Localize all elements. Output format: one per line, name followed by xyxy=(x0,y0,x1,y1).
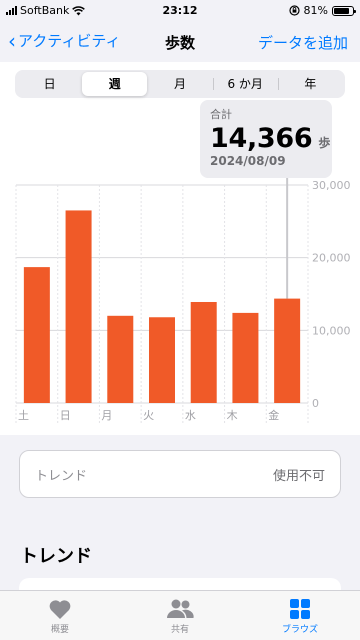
x-tick-label: 土 xyxy=(18,409,29,422)
x-tick-label: 月 xyxy=(101,409,112,422)
battery-percent: 81% xyxy=(303,4,328,17)
range-selector-container: 日 週 月 6 か月 年 xyxy=(0,62,360,104)
trend-card-label: トレンド xyxy=(35,468,88,484)
lower-section: トレンド 使用不可 トレンド xyxy=(0,435,360,608)
back-button[interactable]: ‹ アクティビティ xyxy=(8,30,120,51)
range-tab-6-months[interactable]: 6 か月 xyxy=(212,72,278,96)
trend-card-status: 使用不可 xyxy=(272,468,325,484)
y-tick-label: 20,000 xyxy=(312,252,351,265)
range-tab-month[interactable]: 月 xyxy=(147,72,212,96)
callout-unit: 歩 xyxy=(318,136,331,150)
add-data-button[interactable]: データを追加 xyxy=(258,32,348,53)
tab-bar: 概要 共有 ブラウズ xyxy=(0,590,360,640)
selection-callout: 合計 14,366 歩 2024/08/09 xyxy=(200,100,332,178)
x-tick-label: 木 xyxy=(227,409,238,422)
range-tab-day[interactable]: 日 xyxy=(17,72,82,96)
tab-browse[interactable]: ブラウズ xyxy=(240,591,360,640)
tab-summary-label: 概要 xyxy=(50,625,69,635)
steps-chart[interactable]: 30,000 20,000 10,000 0 土 日 月 火 水 木 金 合計 14,366 歩 2… xyxy=(0,100,360,435)
x-tick-label: 金 xyxy=(268,408,279,422)
tab-sharing[interactable]: 共有 xyxy=(120,591,240,640)
bar xyxy=(274,298,301,403)
range-segmented-control: 日 週 月 6 か月 年 xyxy=(15,70,345,98)
callout-date: 2024/08/09 xyxy=(210,154,286,168)
callout-total-value: 14,366 xyxy=(210,123,313,154)
trends-section-title: トレンド xyxy=(20,546,92,567)
status-bar: SoftBank 23:12 81% xyxy=(0,0,360,22)
back-label: アクティビティ xyxy=(18,32,121,50)
orientation-lock-icon xyxy=(288,5,300,16)
range-tab-year[interactable]: 年 xyxy=(277,72,343,96)
x-tick-label: 水 xyxy=(185,409,196,422)
trend-card[interactable]: トレンド 使用不可 xyxy=(19,450,341,498)
range-tab-week[interactable]: 週 xyxy=(82,72,148,96)
bar xyxy=(65,210,92,403)
bar xyxy=(23,267,50,403)
bar xyxy=(149,317,175,403)
battery-icon xyxy=(332,5,356,16)
navigation-bar: ‹ アクティビティ 歩数 データを追加 xyxy=(0,22,360,62)
tab-sharing-label: 共有 xyxy=(170,625,189,635)
x-tick-label: 火 xyxy=(143,409,154,422)
tab-summary[interactable]: 概要 xyxy=(0,591,120,640)
x-tick-label: 日 xyxy=(60,409,71,422)
callout-total-label: 合計 xyxy=(210,108,232,121)
y-tick-label: 30,000 xyxy=(312,179,351,192)
bar xyxy=(190,301,217,403)
people-icon xyxy=(167,599,194,618)
bar xyxy=(232,312,259,403)
grid-icon xyxy=(290,599,310,619)
heart-icon xyxy=(49,600,71,619)
bar xyxy=(107,315,134,403)
chevron-left-icon: ‹ xyxy=(8,28,16,53)
tab-browse-label: ブラウズ xyxy=(281,625,318,635)
y-tick-label: 0 xyxy=(312,397,319,410)
y-tick-label: 10,000 xyxy=(312,324,351,337)
